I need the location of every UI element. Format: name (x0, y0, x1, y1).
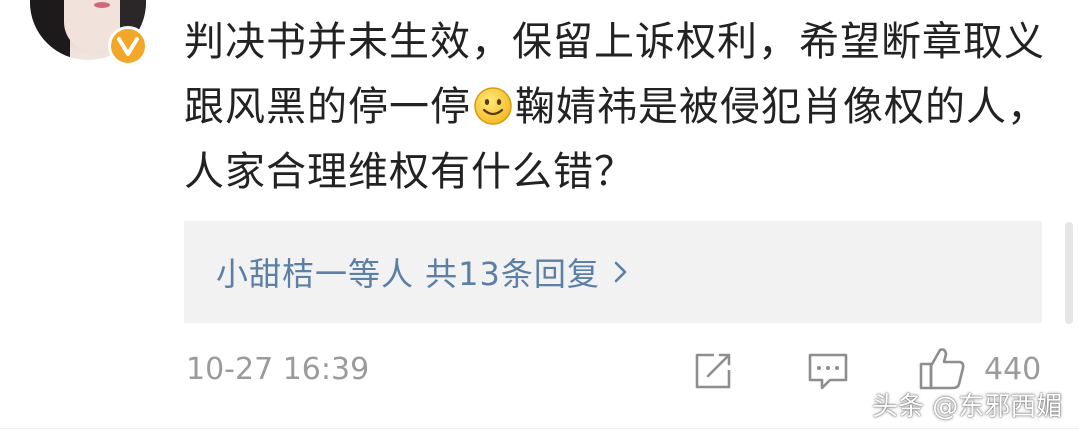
replies-box[interactable]: 小甜桔一等人 共13条回复 (184, 221, 1042, 323)
scrollbar[interactable] (1065, 222, 1073, 324)
share-button[interactable] (692, 350, 734, 396)
reply-button[interactable] (806, 350, 850, 396)
like-count: 440 (984, 352, 1042, 387)
share-icon (695, 353, 731, 389)
view-replies-link[interactable]: 小甜桔一等人 共13条回复 (216, 249, 628, 295)
smile-emoji-icon (473, 81, 513, 125)
comment-timestamp: 10-27 16:39 (186, 352, 370, 387)
verified-badge-icon (108, 26, 148, 66)
divider (0, 428, 1079, 429)
comment-text: 判决书并未生效，保留上诉权利，希望断章取义跟风黑的停一停 鞠婧祎是被侵犯肖像权的… (184, 10, 1054, 205)
replies-summary: 小甜桔一等人 共13条回复 (216, 255, 600, 293)
watermark: 头条 @东邪西媚 (872, 392, 1063, 422)
comment-icon (808, 353, 848, 390)
chevron-right-icon (614, 253, 628, 291)
avatar-lips (94, 2, 110, 8)
